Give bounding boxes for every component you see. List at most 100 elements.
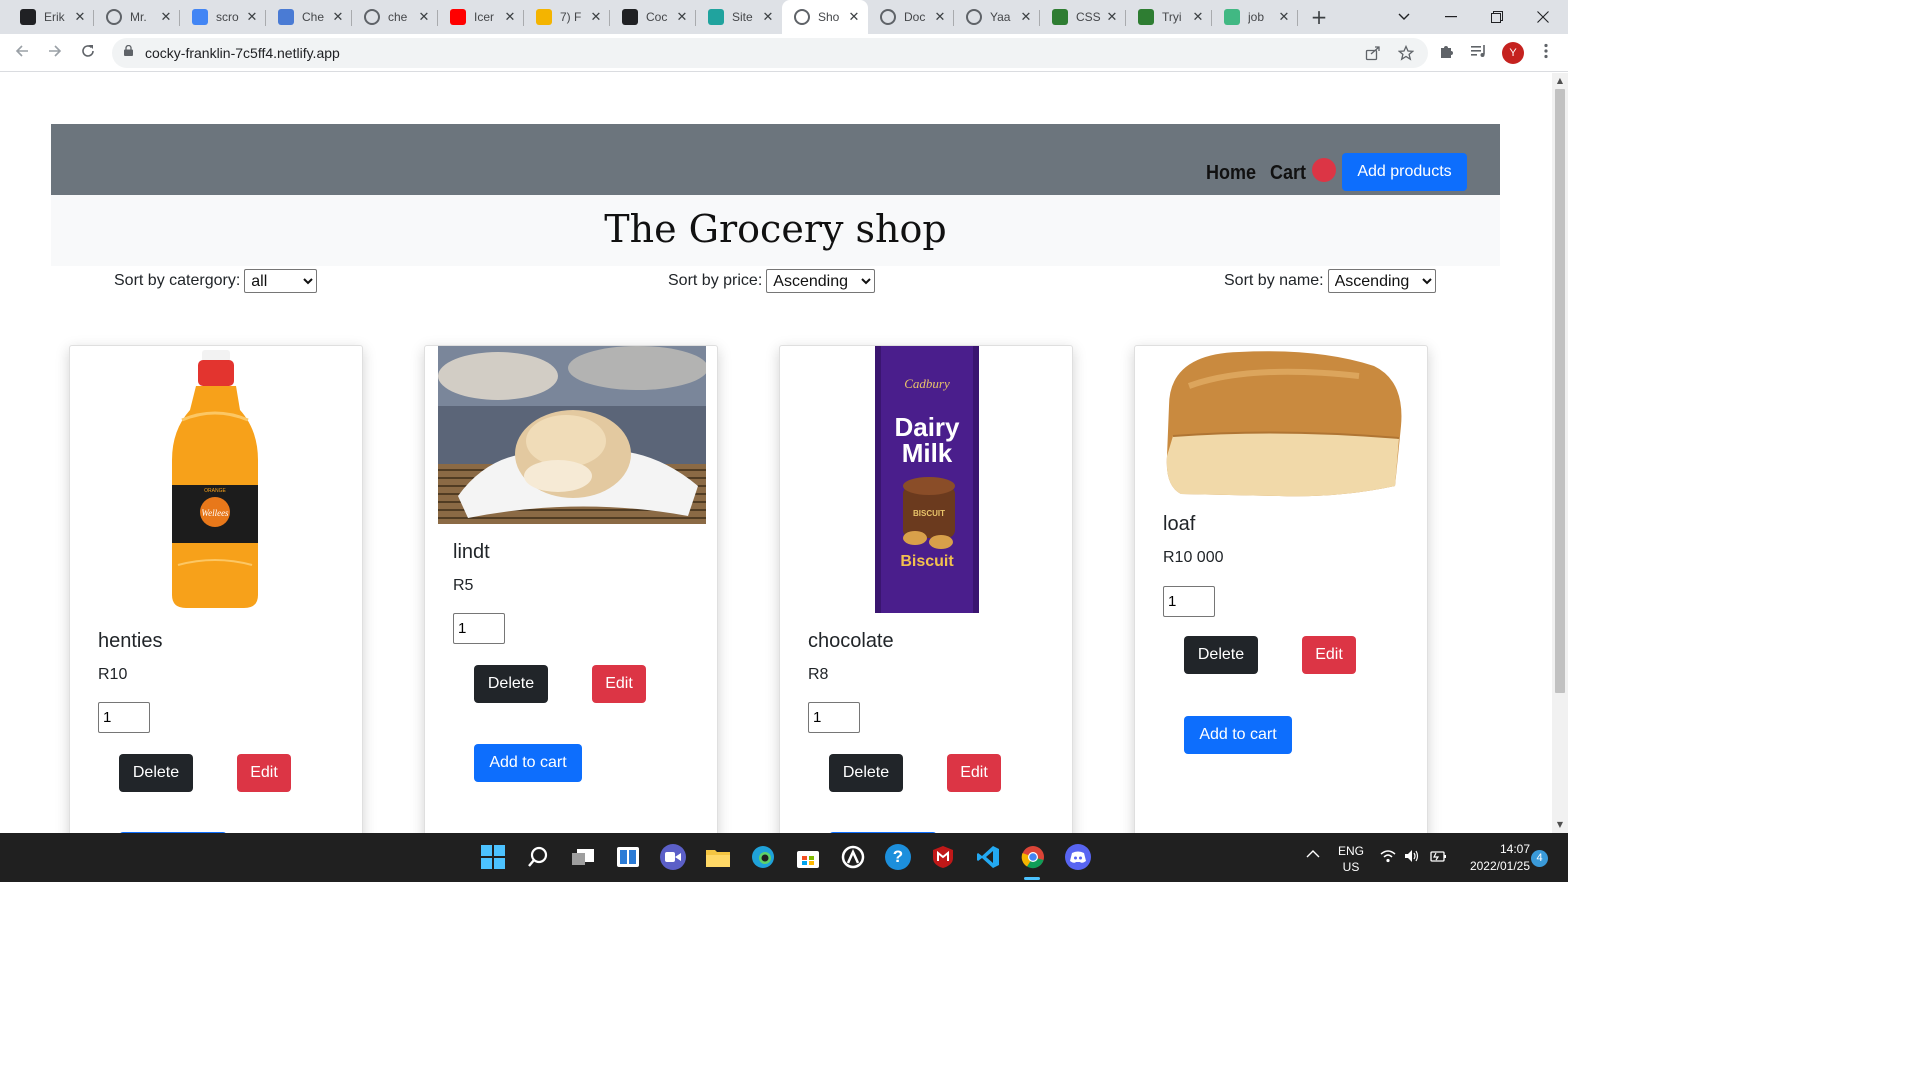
browser-tab[interactable]: che ✕ bbox=[352, 0, 438, 34]
tab-close-icon[interactable]: ✕ bbox=[1276, 10, 1292, 25]
tab-close-icon[interactable]: ✕ bbox=[1104, 10, 1120, 25]
show-hidden-icons-button[interactable] bbox=[1306, 848, 1320, 862]
app-circle-button[interactable] bbox=[840, 844, 866, 870]
product-price: R10 bbox=[98, 666, 128, 683]
extensions-button[interactable] bbox=[1437, 43, 1457, 63]
browser-tab[interactable]: Erik ✕ bbox=[8, 0, 94, 34]
tab-close-icon[interactable]: ✕ bbox=[932, 10, 948, 25]
sort-category-select[interactable]: all bbox=[244, 269, 318, 293]
tab-search-button[interactable] bbox=[1381, 0, 1427, 34]
task-view-button[interactable] bbox=[570, 844, 596, 870]
file-explorer-button[interactable] bbox=[705, 844, 731, 870]
delete-button[interactable]: Delete bbox=[474, 665, 548, 703]
tab-close-icon[interactable]: ✕ bbox=[1018, 10, 1034, 25]
scrollbar-thumb[interactable] bbox=[1555, 89, 1565, 693]
tab-close-icon[interactable]: ✕ bbox=[502, 10, 518, 25]
tab-close-icon[interactable]: ✕ bbox=[846, 10, 862, 25]
quantity-input[interactable] bbox=[98, 702, 150, 733]
battery-icon[interactable] bbox=[1429, 849, 1447, 866]
sort-category: Sort by catergory: all bbox=[114, 269, 318, 293]
browser-tab[interactable]: Tryi ✕ bbox=[1126, 0, 1212, 34]
browser-tab[interactable]: Sho ✕ bbox=[782, 0, 868, 34]
share-icon[interactable] bbox=[1365, 45, 1381, 61]
url-text: cocky-franklin-7c5ff4.netlify.app bbox=[145, 45, 340, 61]
store-button[interactable] bbox=[795, 844, 821, 870]
language-indicator[interactable]: ENG US bbox=[1335, 843, 1367, 875]
browser-tab[interactable]: CSS ✕ bbox=[1040, 0, 1126, 34]
add-to-cart-button[interactable]: Add to cart bbox=[1184, 716, 1292, 754]
browser-menu-button[interactable] bbox=[1536, 43, 1556, 63]
browser-tab[interactable]: scro ✕ bbox=[180, 0, 266, 34]
restore-button[interactable] bbox=[1474, 0, 1520, 34]
wifi-icon[interactable] bbox=[1380, 849, 1396, 866]
tab-close-icon[interactable]: ✕ bbox=[760, 10, 776, 25]
add-products-button[interactable]: Add products bbox=[1342, 153, 1467, 191]
sort-name-select[interactable]: Ascending bbox=[1327, 269, 1436, 293]
tab-close-icon[interactable]: ✕ bbox=[588, 10, 604, 25]
browser-tab[interactable]: Doc ✕ bbox=[868, 0, 954, 34]
reload-button[interactable] bbox=[78, 43, 98, 63]
chrome-taskbar-button[interactable] bbox=[1020, 844, 1046, 870]
browser-tab[interactable]: Site ✕ bbox=[696, 0, 782, 34]
delete-button[interactable]: Delete bbox=[829, 754, 903, 792]
discord-button[interactable] bbox=[1065, 844, 1091, 870]
quantity-input[interactable] bbox=[453, 613, 505, 644]
vscode-icon bbox=[977, 846, 999, 868]
back-button[interactable] bbox=[12, 43, 32, 63]
delete-button[interactable]: Delete bbox=[1184, 636, 1258, 674]
vscode-button[interactable] bbox=[975, 844, 1001, 870]
language-code: ENG bbox=[1337, 844, 1364, 858]
scroll-up-arrow-icon[interactable]: ▲ bbox=[1552, 73, 1568, 89]
tab-close-icon[interactable]: ✕ bbox=[1190, 10, 1206, 25]
profile-avatar[interactable]: Y bbox=[1502, 42, 1524, 64]
bookmark-star-icon[interactable] bbox=[1398, 45, 1414, 61]
notification-count-badge[interactable]: 4 bbox=[1531, 850, 1548, 867]
edit-button[interactable]: Edit bbox=[947, 754, 1001, 792]
edit-button[interactable]: Edit bbox=[1302, 636, 1356, 674]
close-window-button[interactable] bbox=[1520, 0, 1566, 34]
teams-chat-button[interactable] bbox=[660, 844, 686, 870]
browser-tab[interactable]: 7) F ✕ bbox=[524, 0, 610, 34]
google-icon bbox=[192, 9, 208, 25]
mcafee-button[interactable] bbox=[930, 844, 956, 870]
minimize-button[interactable] bbox=[1428, 0, 1474, 34]
nav-cart-link[interactable]: Cart bbox=[1270, 162, 1306, 185]
delete-button[interactable]: Delete bbox=[119, 754, 193, 792]
edge-button[interactable] bbox=[750, 844, 776, 870]
browser-tab[interactable]: Coc ✕ bbox=[610, 0, 696, 34]
address-bar[interactable]: cocky-franklin-7c5ff4.netlify.app bbox=[112, 38, 1428, 68]
nav-home-link[interactable]: Home bbox=[1206, 162, 1256, 185]
quantity-input[interactable] bbox=[808, 702, 860, 733]
tab-title: Doc bbox=[904, 10, 926, 24]
tab-close-icon[interactable]: ✕ bbox=[72, 10, 88, 25]
media-control-button[interactable] bbox=[1469, 43, 1489, 63]
volume-icon[interactable] bbox=[1404, 849, 1420, 866]
search-icon bbox=[528, 846, 548, 867]
scroll-down-arrow-icon[interactable]: ▼ bbox=[1552, 817, 1568, 833]
clock[interactable]: 14:07 2022/01/25 bbox=[1454, 841, 1530, 875]
tab-close-icon[interactable]: ✕ bbox=[244, 10, 260, 25]
search-button[interactable] bbox=[525, 844, 551, 870]
playlist-icon bbox=[1471, 45, 1485, 57]
new-tab-button[interactable]: + bbox=[1304, 0, 1334, 34]
browser-tab[interactable]: Mr. ✕ bbox=[94, 0, 180, 34]
browser-tab[interactable]: Che ✕ bbox=[266, 0, 352, 34]
edit-button[interactable]: Edit bbox=[592, 665, 646, 703]
browser-tab[interactable]: Yaa ✕ bbox=[954, 0, 1040, 34]
page-scrollbar[interactable]: ▲ ▼ bbox=[1552, 73, 1568, 833]
tab-close-icon[interactable]: ✕ bbox=[416, 10, 432, 25]
forward-button[interactable] bbox=[45, 43, 65, 63]
browser-tab[interactable]: Icer ✕ bbox=[438, 0, 524, 34]
add-to-cart-button[interactable]: Add to cart bbox=[474, 744, 582, 782]
tab-close-icon[interactable]: ✕ bbox=[674, 10, 690, 25]
sort-price-select[interactable]: Ascending bbox=[766, 269, 876, 293]
widgets-button[interactable] bbox=[615, 844, 641, 870]
edit-button[interactable]: Edit bbox=[237, 754, 291, 792]
tab-close-icon[interactable]: ✕ bbox=[158, 10, 174, 25]
quantity-input[interactable] bbox=[1163, 586, 1215, 617]
start-button[interactable] bbox=[480, 844, 506, 870]
browser-tab[interactable]: job ✕ bbox=[1212, 0, 1298, 34]
product-card: Wellees ORANGE henties R10 Delete Edit A… bbox=[69, 345, 363, 833]
help-button[interactable]: ? bbox=[885, 844, 911, 870]
tab-close-icon[interactable]: ✕ bbox=[330, 10, 346, 25]
